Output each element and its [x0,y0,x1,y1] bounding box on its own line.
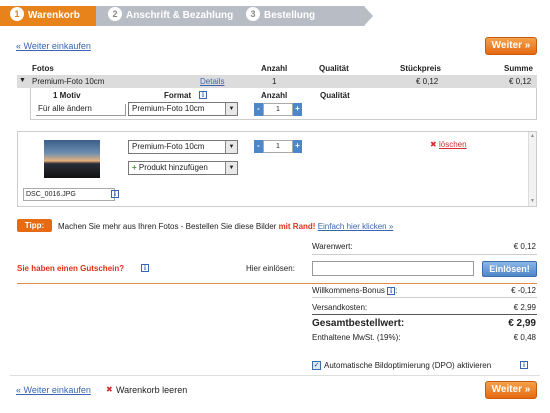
bonus-value: € -0,12 [511,286,536,295]
tip-link[interactable]: Einfach hier klicken » [318,222,394,231]
bonus-info-icon[interactable]: i [387,287,396,295]
dpo-label: Automatische Bildoptimierung (DPO) aktiv… [324,361,492,370]
shipping-label: Versandkosten: [312,303,368,312]
empty-cart-x-icon: ✖ [106,385,113,394]
scroll-up-icon[interactable]: ▲ [530,133,535,139]
voucher-bottom-line [17,283,537,284]
voucher-input[interactable] [312,261,474,276]
row-summe: € 0,12 [509,77,532,86]
dpo-info-icon[interactable]: i [520,361,528,369]
dpo-checkbox[interactable]: ✓ [312,361,321,370]
header-anzahl: Anzahl [261,64,288,73]
step-bestellung: 3 Bestellung absenden [234,6,364,41]
add-product-select[interactable]: + Produkt hinzufügen ▼ [128,161,238,175]
qty-input[interactable]: 1 [263,140,293,153]
header-qualitaet: Qualität [319,64,349,73]
photo-item-panel: DSC_0016.JPG i Premium-Foto 10cm ▼ - 1 + … [17,131,537,207]
step-warenkorb: 1 Warenkorb [0,6,96,26]
vat-value: € 0,48 [513,333,536,342]
header-fotos: Fotos [32,64,54,73]
item-scrollbar[interactable]: ▲ ▼ [528,132,536,206]
product-name: Premium-Foto 10cm [32,77,105,86]
redeem-button[interactable]: Einlösen! [482,261,537,277]
total-value: € 2,99 [508,318,536,329]
file-info-icon[interactable]: i [111,190,119,198]
delete-link[interactable]: löschen [439,140,467,149]
row-anzahl: 1 [272,77,277,86]
bottom-next-button[interactable]: Weiter » [485,381,537,399]
details-link[interactable]: Details [200,77,224,86]
format-header: Format [164,91,192,100]
qty-plus-button[interactable]: + [293,140,302,153]
qty-minus-button[interactable]: - [254,140,263,153]
photo-thumbnail[interactable] [44,140,100,178]
change-all-minus-button[interactable]: - [254,103,263,116]
change-all-format-select[interactable]: Premium-Foto 10cm ▼ [128,102,238,116]
shipping-value: € 2,99 [513,303,536,312]
change-all-panel: 1 Motiv Format i Anzahl Qualität Für all… [30,88,537,120]
vat-label: Enthaltene MwSt. (19%): [312,333,401,342]
redeem-label: Hier einlösen: [246,264,295,273]
total-label: Gesamtbestellwert: [312,318,405,329]
next-button[interactable]: Weiter » [485,37,537,55]
voucher-info-icon[interactable]: i [141,264,149,272]
header-stueckpreis: Stückpreis [400,64,441,73]
step-anschrift: 2 Anschrift & Bezahlung [96,6,234,26]
sub-anzahl-header: Anzahl [261,91,288,100]
filename-field: DSC_0016.JPG [23,188,115,201]
collapse-arrow-icon[interactable]: ▼ [19,77,26,84]
voucher-question: Sie haben einen Gutschein? [17,264,125,273]
delete-x-icon: ✖ [430,140,437,149]
scroll-down-icon[interactable]: ▼ [530,198,535,204]
empty-cart-link[interactable]: Warenkorb leeren [116,385,187,395]
change-all-qty-input[interactable]: 1 [263,103,293,116]
change-all-plus-button[interactable]: + [293,103,302,116]
header-summe: Summe [504,64,533,73]
bonus-label: Willkommens-Bonus i: [312,286,398,295]
product-row: ▼ Premium-Foto 10cm Details 1 € 0,12 € 0… [17,75,537,88]
warenwert-label: Warenwert: [312,242,353,251]
change-all-label: Für alle ändern [36,104,126,116]
warenwert-value: € 0,12 [513,242,536,251]
format-select[interactable]: Premium-Foto 10cm ▼ [128,140,238,154]
plus-icon: + [132,163,137,172]
sub-qualitaet-header: Qualität [320,91,350,100]
checkout-steps: 1 Warenkorb 2 Anschrift & Bezahlung 3 Beste… [0,6,550,41]
tip-badge: Tipp: [17,219,52,232]
chevron-down-icon: ▼ [225,103,237,115]
bottom-continue-shopping-link[interactable]: « Weiter einkaufen [16,385,91,395]
chevron-down-icon: ▼ [225,162,237,174]
continue-shopping-link[interactable]: « Weiter einkaufen [16,41,91,51]
motiv-header: 1 Motiv [53,91,81,100]
format-info-icon[interactable]: i [199,91,207,99]
tip-text: Machen Sie mehr aus Ihren Fotos - Bestel… [58,222,394,231]
row-stueckpreis: € 0,12 [416,77,439,86]
chevron-down-icon: ▼ [225,141,237,153]
